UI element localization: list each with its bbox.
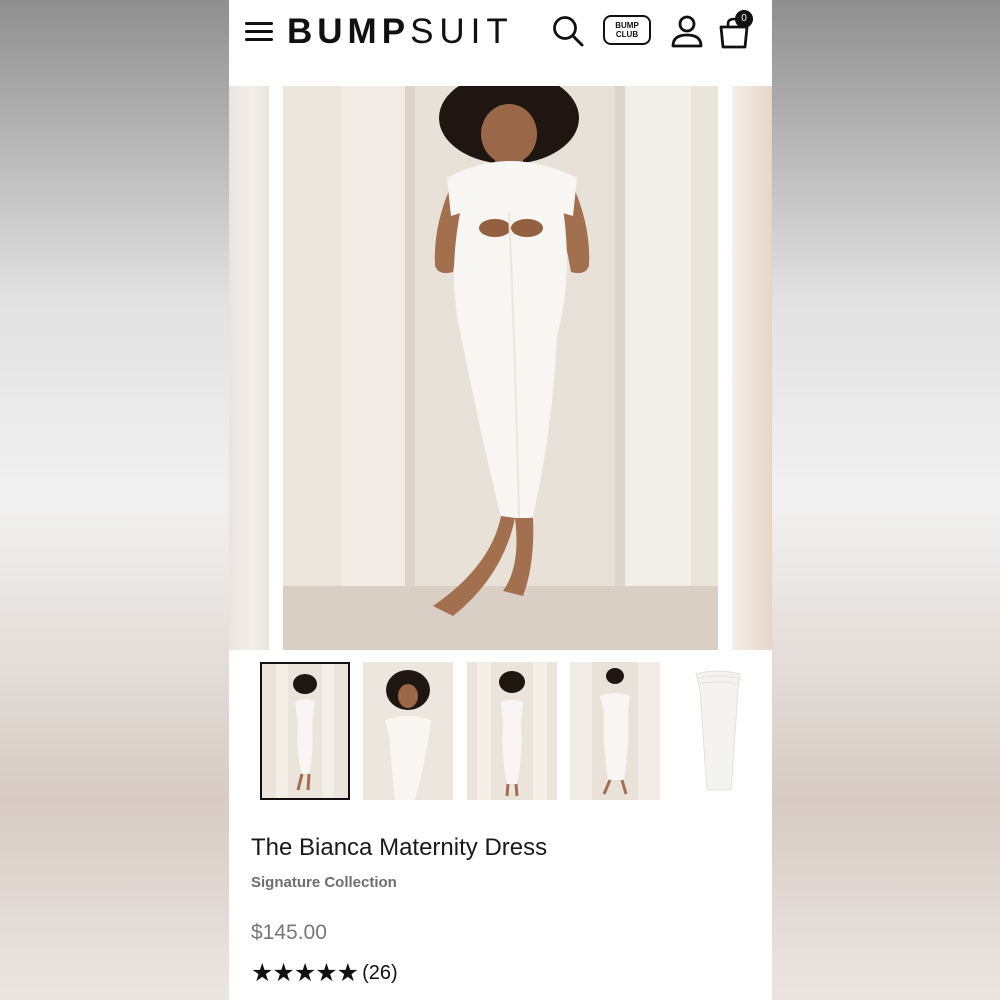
product-page: BUMPSUIT BUMP CLUB 0 The Bianca Maternit… — [229, 0, 772, 1000]
bump-club-line2: CLUB — [615, 30, 639, 39]
thumbnail-5[interactable] — [673, 662, 763, 800]
logo-bold-text: BUMP — [287, 12, 411, 51]
account-icon[interactable] — [669, 14, 705, 50]
brand-logo[interactable]: BUMPSUIT — [287, 12, 514, 52]
background-blur-right — [772, 0, 1000, 1000]
thumbnail-4[interactable] — [570, 662, 660, 800]
product-price: $145.00 — [251, 921, 327, 944]
bump-club-line1: BUMP — [615, 21, 639, 30]
menu-icon[interactable] — [245, 20, 275, 44]
rating-summary[interactable]: ★★★★★ (26) — [251, 958, 398, 987]
collection-label[interactable]: Signature Collection — [251, 874, 397, 891]
thumbnail-strip — [229, 662, 772, 802]
search-icon[interactable] — [551, 14, 585, 48]
thumbnail-1[interactable] — [260, 662, 350, 800]
background-blur-left — [0, 0, 229, 1000]
thumbnail-3[interactable] — [467, 662, 557, 800]
model-photo — [283, 86, 718, 650]
review-count[interactable]: (26) — [362, 962, 398, 984]
bump-club-button[interactable]: BUMP CLUB — [603, 15, 651, 45]
cart-count-badge: 0 — [735, 10, 753, 28]
previous-slide-peek[interactable] — [229, 86, 269, 650]
product-image-carousel[interactable] — [229, 86, 772, 650]
next-slide-peek[interactable] — [732, 86, 772, 650]
product-title: The Bianca Maternity Dress — [251, 834, 548, 861]
star-rating-icons: ★★★★★ — [251, 959, 359, 987]
main-product-image[interactable] — [283, 86, 718, 650]
logo-light-text: SUIT — [410, 12, 514, 51]
site-header: BUMPSUIT BUMP CLUB 0 — [229, 0, 772, 86]
thumbnail-2[interactable] — [363, 662, 453, 800]
